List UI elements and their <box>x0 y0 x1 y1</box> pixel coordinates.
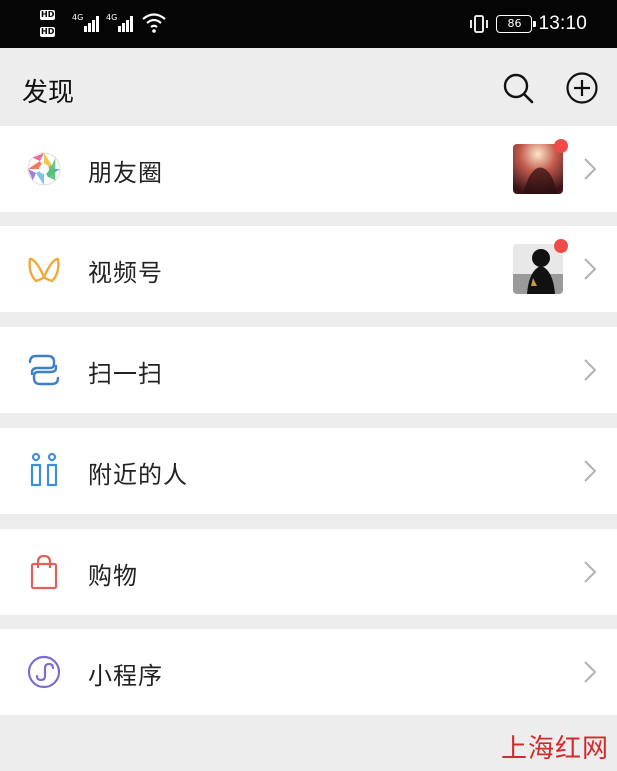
scan-icon <box>28 354 60 386</box>
signal-4g-icon: 4G <box>72 13 99 32</box>
shopping-bag-icon <box>30 554 58 590</box>
hd-badges: HD HD <box>40 8 66 40</box>
moments-aperture-icon <box>27 152 61 186</box>
signal-4g-icon: 4G <box>106 13 133 32</box>
chevron-right-icon <box>584 661 597 683</box>
page-header: 发现 <box>0 48 617 126</box>
menu-item-label: 附近的人 <box>88 461 188 489</box>
menu-item-scan[interactable]: 扫一扫 <box>0 327 617 413</box>
chevron-right-icon <box>584 460 597 482</box>
clock: 13:10 <box>538 13 587 34</box>
battery-indicator: 86 <box>496 15 537 33</box>
mini-program-icon <box>27 655 61 689</box>
svg-text:4G: 4G <box>106 13 117 22</box>
new-badge-dot <box>554 139 568 153</box>
menu-item-channels[interactable]: 视频号 <box>0 226 617 312</box>
menu-item-people-nearby[interactable]: 附近的人 <box>0 428 617 514</box>
channels-thumbnail <box>513 244 563 294</box>
chevron-right-icon <box>584 258 597 280</box>
menu-item-mini-programs[interactable]: 小程序 <box>0 629 617 715</box>
plus-circle-icon[interactable] <box>564 70 600 106</box>
vibrate-icon <box>470 15 489 33</box>
search-icon[interactable] <box>500 70 536 106</box>
thumbnail-image <box>513 244 563 294</box>
svg-text:4G: 4G <box>72 13 83 22</box>
hd-badge: HD <box>40 10 56 20</box>
thumbnail-image <box>513 144 563 194</box>
menu-item-label: 朋友圈 <box>88 159 163 187</box>
new-badge-dot <box>554 239 568 253</box>
watermark: 上海红网 <box>500 734 609 764</box>
menu-item-label: 购物 <box>88 562 138 590</box>
chevron-right-icon <box>584 158 597 180</box>
status-bar: HD HD 4G 4G 86 13:10 <box>0 0 617 48</box>
chevron-right-icon <box>584 359 597 381</box>
menu-item-label: 小程序 <box>88 662 163 690</box>
menu-item-shopping[interactable]: 购物 <box>0 529 617 615</box>
channels-butterfly-icon <box>28 257 60 283</box>
menu-item-moments[interactable]: 朋友圈 <box>0 126 617 212</box>
hd-badge: HD <box>40 27 56 37</box>
chevron-right-icon <box>584 561 597 583</box>
moments-thumbnail <box>513 144 563 194</box>
menu-item-label: 扫一扫 <box>88 360 163 388</box>
page-title: 发现 <box>22 78 75 108</box>
menu-item-label: 视频号 <box>88 259 163 287</box>
status-right: 86 13:10 <box>468 10 587 38</box>
people-nearby-icon <box>30 452 58 487</box>
wifi-icon <box>142 13 166 33</box>
